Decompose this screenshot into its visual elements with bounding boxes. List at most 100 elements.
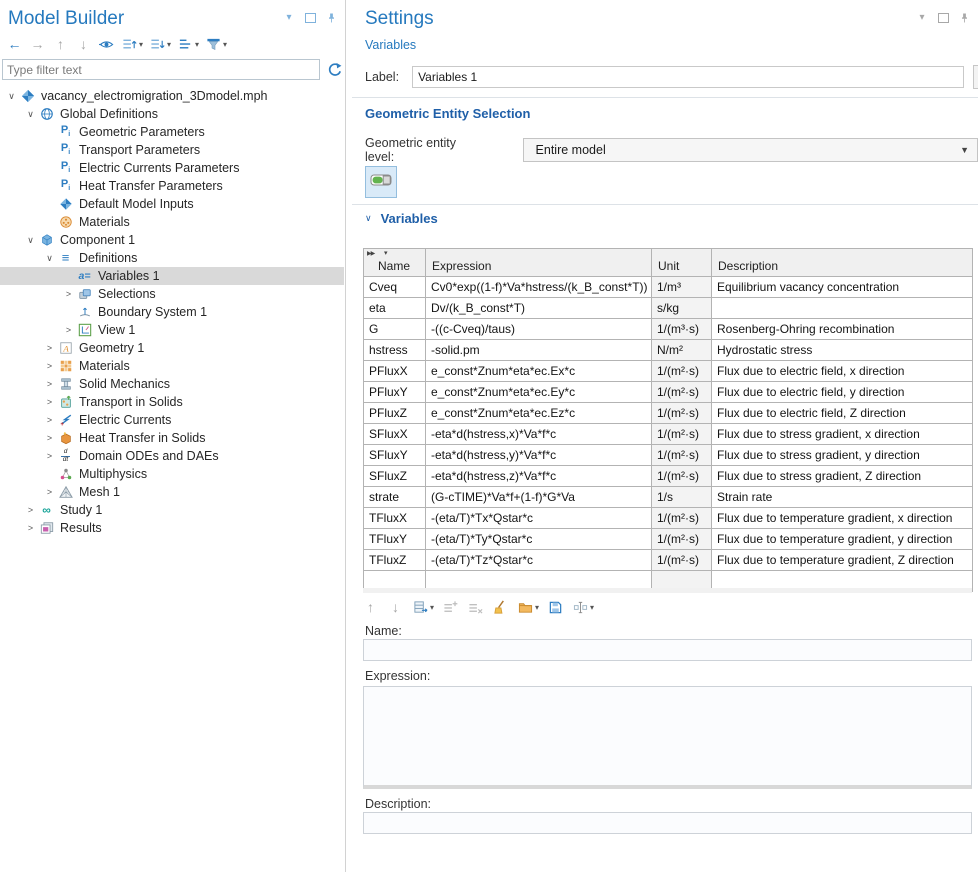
cell-expression[interactable]: e_const*Znum*eta*ec.Ez*c [426, 403, 652, 424]
chevron-right-icon[interactable]: > [23, 505, 38, 515]
cell-unit[interactable]: 1/(m²·s) [652, 361, 712, 382]
cell-unit[interactable]: 1/(m²·s) [652, 466, 712, 487]
tree-item[interactable]: Boundary System 1 [0, 303, 344, 321]
chevron-right-icon[interactable]: > [42, 379, 57, 389]
horizontal-scrollbar[interactable] [363, 588, 972, 593]
chevron-down-icon[interactable]: ∨ [42, 253, 57, 264]
node-text-button[interactable]: ▾ [177, 34, 199, 54]
tree-item[interactable]: >Results [0, 519, 344, 537]
chevron-right-icon[interactable]: > [61, 325, 76, 335]
tree-item[interactable]: >+Electric Currents [0, 411, 344, 429]
cell-expression[interactable]: -eta*d(hstress,x)*Va*f*c [426, 424, 652, 445]
cell-name[interactable]: eta [364, 298, 426, 319]
chevron-right-icon[interactable]: > [42, 451, 57, 461]
cell-description[interactable]: Flux due to electric field, x direction [712, 361, 973, 382]
cell-description[interactable]: Rosenberg-Ohring recombination [712, 319, 973, 340]
cell-expression[interactable]: (G-cTIME)*Va*f+(1-f)*G*Va [426, 487, 652, 508]
clear-table-button[interactable] [492, 597, 509, 617]
cell-name[interactable]: SFluxY [364, 445, 426, 466]
tree-item[interactable]: >∞Study 1 [0, 501, 344, 519]
tree-item[interactable]: PiElectric Currents Parameters [0, 159, 344, 177]
cell-unit[interactable]: s/kg [652, 298, 712, 319]
cell-expression[interactable]: -eta*d(hstress,y)*Va*f*c [426, 445, 652, 466]
move-down-button[interactable]: ↓ [387, 597, 404, 617]
cell-description[interactable] [712, 298, 973, 319]
chevron-down-icon[interactable]: ∨ [23, 235, 38, 246]
cell-name[interactable]: TFluxY [364, 529, 426, 550]
cell-unit[interactable]: 1/(m³·s) [652, 319, 712, 340]
cell-expression[interactable]: -(eta/T)*Tx*Qstar*c [426, 508, 652, 529]
cell-unit[interactable]: 1/(m²·s) [652, 550, 712, 571]
column-header-name[interactable]: ▶▶▾Name [364, 249, 426, 277]
cell-expression[interactable]: -((c-Cveq)/taus) [426, 319, 652, 340]
cell-expression[interactable]: e_const*Znum*eta*ec.Ey*c [426, 382, 652, 403]
chevron-down-icon[interactable]: ∨ [4, 91, 19, 102]
tree-item[interactable]: ∨≡Definitions [0, 249, 344, 267]
chevron-right-icon[interactable]: > [42, 487, 57, 497]
float-panel-icon[interactable] [304, 12, 316, 24]
cell-name[interactable]: Cveq [364, 277, 426, 298]
cell-unit[interactable]: 1/(m²·s) [652, 424, 712, 445]
cell-expression[interactable]: Cv0*exp((1-f)*Va*hstress/(k_B_const*T)) [426, 277, 652, 298]
cell-description[interactable]: Flux due to electric field, y direction [712, 382, 973, 403]
move-down-button[interactable]: ↓ [75, 34, 92, 54]
load-from-file-button[interactable]: ▾ [517, 597, 539, 617]
collapse-tree-button[interactable]: ▾ [149, 34, 171, 54]
move-up-button[interactable]: ↑ [362, 597, 379, 617]
cell-description[interactable]: Flux due to temperature gradient, Z dire… [712, 550, 973, 571]
cell-unit[interactable]: 1/(m²·s) [652, 403, 712, 424]
name-input[interactable] [363, 639, 972, 661]
tree-item[interactable]: Materials [0, 213, 344, 231]
panel-menu-icon[interactable]: ▾ [916, 12, 928, 24]
column-header-unit[interactable]: Unit [652, 249, 712, 277]
forward-button[interactable]: → [29, 34, 46, 54]
cell-name[interactable]: strate [364, 487, 426, 508]
cell-name[interactable]: SFluxZ [364, 466, 426, 487]
tree-item[interactable]: >ddtDomain ODEs and DAEs [0, 447, 344, 465]
cell-unit[interactable]: 1/(m²·s) [652, 529, 712, 550]
cell-expression[interactable]: -(eta/T)*Ty*Qstar*c [426, 529, 652, 550]
form-editor-button[interactable] [973, 65, 978, 89]
filter-button[interactable]: ▾ [205, 34, 227, 54]
cell-unit[interactable]: N/m² [652, 340, 712, 361]
cell-name[interactable]: hstress [364, 340, 426, 361]
description-input[interactable] [363, 812, 972, 834]
geometric-entity-selection-heading[interactable]: Geometric Entity Selection [365, 106, 530, 121]
cell-description[interactable]: Flux due to temperature gradient, y dire… [712, 529, 973, 550]
tree-item[interactable]: Multiphysics [0, 465, 344, 483]
delete-row-button[interactable] [467, 597, 484, 617]
chevron-right-icon[interactable]: > [42, 397, 57, 407]
cell-name[interactable]: SFluxX [364, 424, 426, 445]
tree-item[interactable]: a=Variables 1 [0, 267, 344, 285]
panel-menu-icon[interactable]: ▾ [283, 12, 295, 24]
cell-expression[interactable]: -eta*d(hstress,z)*Va*f*c [426, 466, 652, 487]
cell-name[interactable]: TFluxZ [364, 550, 426, 571]
edit-names-button[interactable]: ▾ [572, 597, 594, 617]
cell-name[interactable]: PFluxZ [364, 403, 426, 424]
chevron-right-icon[interactable]: > [42, 433, 57, 443]
pin-icon[interactable] [958, 12, 970, 24]
tree-item[interactable]: >Mesh 1 [0, 483, 344, 501]
column-header-expression[interactable]: Expression [426, 249, 652, 277]
variables-section-header[interactable]: ∨ Variables [365, 211, 438, 226]
move-up-button[interactable]: ↑ [52, 34, 69, 54]
cell-description[interactable]: Equilibrium vacancy concentration [712, 277, 973, 298]
cell-unit[interactable]: 1/s [652, 487, 712, 508]
cell-expression[interactable]: -(eta/T)*Tz*Qstar*c [426, 550, 652, 571]
cell-description[interactable]: Strain rate [712, 487, 973, 508]
tree-item[interactable]: Default Model Inputs [0, 195, 344, 213]
tree-item[interactable]: >Transport in Solids [0, 393, 344, 411]
tree-item[interactable]: PiHeat Transfer Parameters [0, 177, 344, 195]
cell-description[interactable]: Flux due to stress gradient, x direction [712, 424, 973, 445]
settings-subtitle[interactable]: Variables [365, 38, 416, 52]
float-panel-icon[interactable] [937, 12, 949, 24]
expression-input[interactable] [363, 686, 972, 789]
back-button[interactable]: ← [6, 34, 23, 54]
add-row-button[interactable] [442, 597, 459, 617]
cell-description[interactable]: Flux due to stress gradient, y direction [712, 445, 973, 466]
tree-item[interactable]: >Heat Transfer in Solids [0, 429, 344, 447]
tree-item[interactable]: PiTransport Parameters [0, 141, 344, 159]
move-to-table-button[interactable]: ▾ [412, 597, 434, 617]
chevron-right-icon[interactable]: > [23, 523, 38, 533]
chevron-down-icon[interactable]: ∨ [23, 109, 38, 120]
